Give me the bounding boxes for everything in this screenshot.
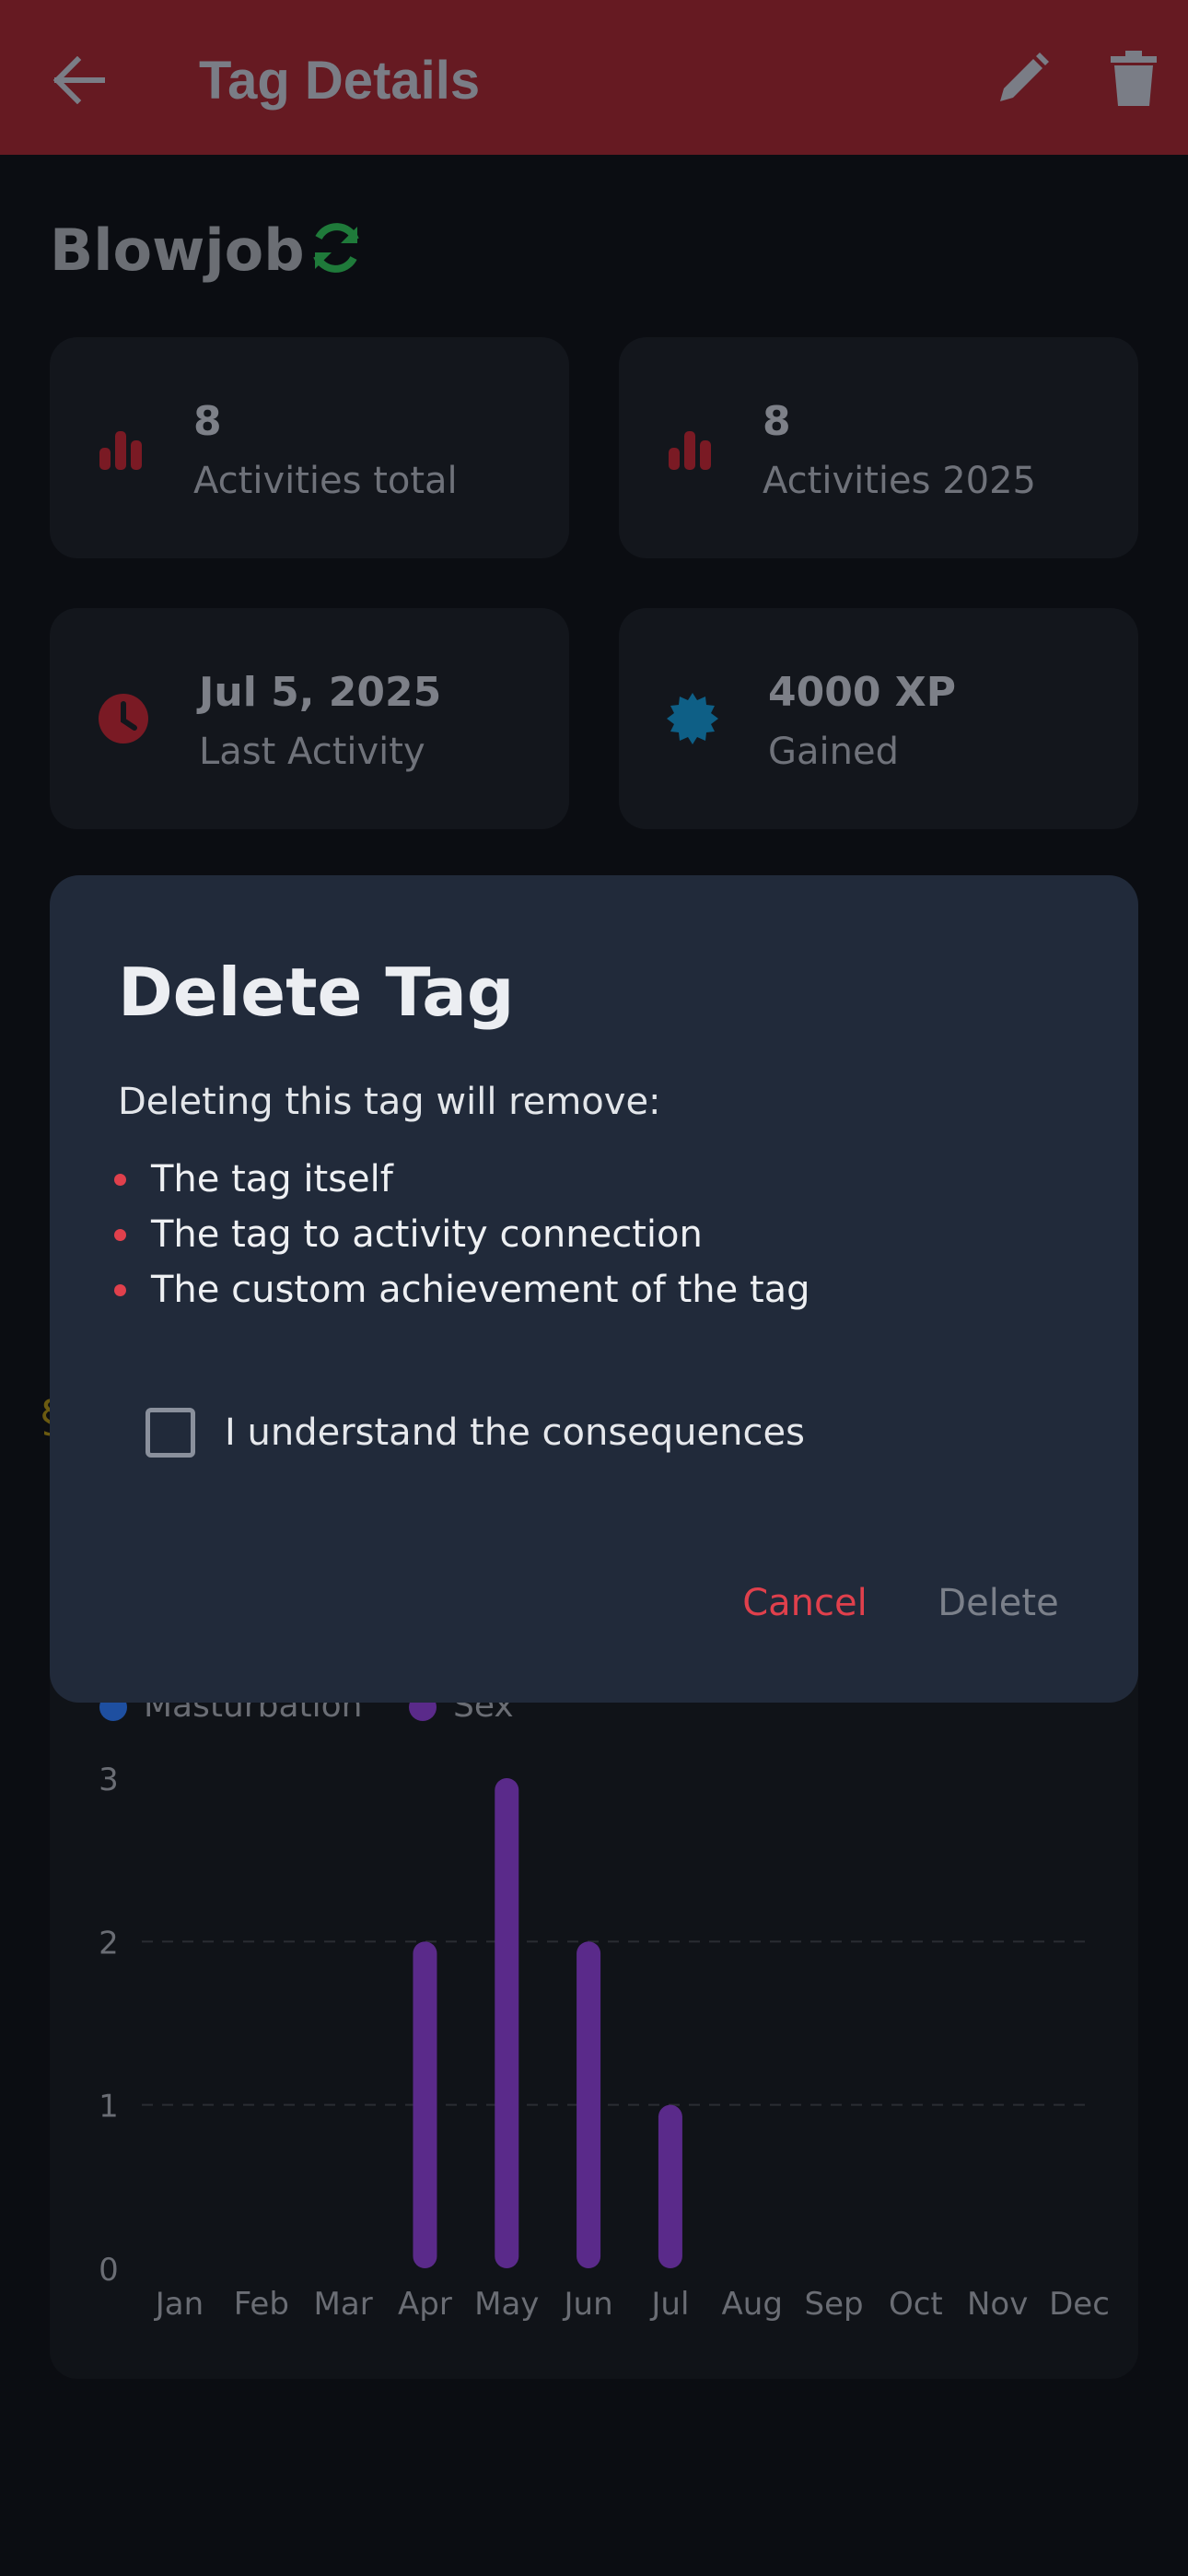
chart-bar [577,1941,601,2268]
x-tick-label: Sep [804,2286,863,2323]
consequences-checkbox-row[interactable]: I understand the consequences [146,1400,805,1465]
x-tick-label: Jun [563,2286,613,2323]
page-title: Tag Details [199,51,481,111]
chart-bar [658,2104,682,2268]
stat-label: Last Activity [199,731,425,773]
stat-label: Activities total [193,460,458,502]
chart-plot: 0 1 2 3 Jan Feb Mar Apr May Jun Jul Aug Sep Oct Nov Dec [99,1762,1110,2323]
consequences-checkbox[interactable] [146,1408,195,1458]
monthly-activity-chart: Masturbation Sex 0 1 2 3 Jan Feb Mar Apr May Jun J… [50,1640,1138,2379]
list-item: The tag to activity connection [114,1207,810,1262]
clock-icon [99,694,148,744]
list-item: The custom achievement of the tag [114,1262,810,1317]
x-tick-label: Nov [967,2286,1028,2323]
x-tick-label: Mar [314,2286,373,2323]
delete-tag-button[interactable] [1101,46,1166,111]
back-button[interactable] [46,48,111,112]
x-tick-label: Apr [398,2286,452,2323]
stat-value: 8 [193,398,222,445]
sync-icon[interactable] [308,219,365,276]
chart-bar [413,1941,437,2268]
stat-value: 8 [763,398,791,445]
x-tick-label: Jan [154,2286,204,2323]
badge-icon [667,693,718,744]
x-tick-label: Oct [889,2286,943,2323]
stat-value: 4000 XP [768,669,956,716]
dialog-intro: Deleting this tag will remove: [118,1081,661,1123]
y-tick-label: 3 [99,1762,119,1798]
dialog-title: Delete Tag [118,954,515,1031]
confirm-delete-button[interactable]: Delete [906,1566,1090,1640]
cancel-button[interactable]: Cancel [704,1566,906,1640]
bullet-dot [114,1284,126,1296]
checkbox-label[interactable]: I understand the consequences [225,1407,805,1458]
y-tick-label: 2 [99,1925,119,1961]
pencil-icon [1000,53,1049,101]
chart-bar [495,1778,519,2268]
list-item: The tag itself [114,1152,810,1207]
stat-card-xp: 4000 XP Gained [619,608,1138,829]
arrow-back-icon [52,56,105,104]
bullet-dot [114,1174,126,1186]
app-bar: Tag Details [0,0,1188,155]
stat-card-activities-year: 8 Activities 2025 [619,337,1138,558]
bullet-dot [114,1229,126,1241]
stat-label: Activities 2025 [763,460,1036,502]
x-tick-label: Feb [234,2286,289,2323]
bar-chart-icon [669,431,711,470]
trash-icon [1111,51,1157,106]
tag-name: Blowjob [50,217,305,284]
y-tick-label: 0 [99,2252,119,2289]
y-tick-label: 1 [99,2089,119,2125]
consequence-list: The tag itself The tag to activity conne… [114,1152,810,1317]
stat-card-last-activity: Jul 5, 2025 Last Activity [50,608,569,829]
stat-label: Gained [768,731,899,773]
edit-button[interactable] [991,46,1055,111]
x-tick-label: Jul [649,2286,689,2323]
stat-value: Jul 5, 2025 [199,669,442,716]
x-tick-label: Dec [1049,2286,1110,2323]
delete-tag-dialog: Delete Tag Deleting this tag will remove… [50,875,1138,1703]
x-tick-label: May [474,2286,539,2323]
bar-chart-icon [99,431,142,470]
stat-card-activities-total: 8 Activities total [50,337,569,558]
x-tick-label: Aug [722,2286,783,2323]
